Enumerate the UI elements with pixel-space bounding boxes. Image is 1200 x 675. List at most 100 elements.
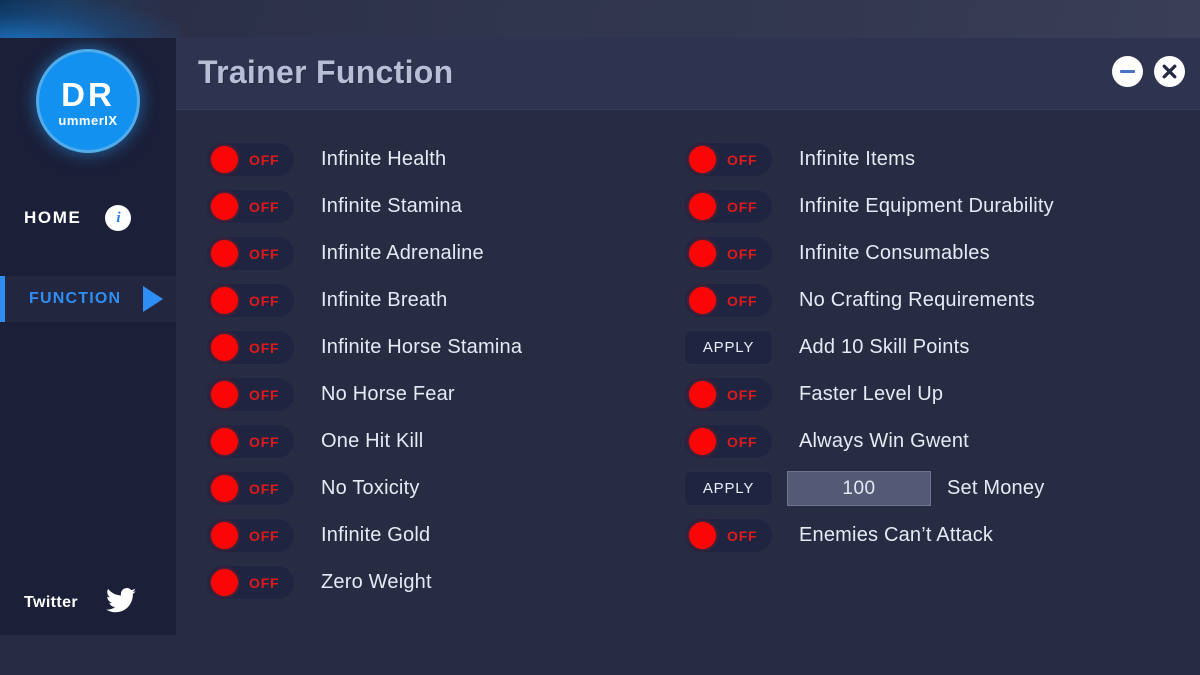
cheat-label: Zero Weight xyxy=(321,571,432,593)
toggle-state-label: OFF xyxy=(249,245,280,262)
cheat-row: OFF Infinite Horse Stamina xyxy=(206,324,676,371)
cheat-label: Add 10 Skill Points xyxy=(799,336,970,358)
toggle-switch[interactable]: OFF xyxy=(206,471,295,506)
toggle-state-label: OFF xyxy=(727,245,758,262)
toggle-switch[interactable]: OFF xyxy=(206,330,295,365)
toggle-switch[interactable]: OFF xyxy=(206,424,295,459)
apply-button-label: APPLY xyxy=(702,480,755,497)
titlebar: Trainer Function xyxy=(176,38,1200,110)
toggle-knob xyxy=(689,287,716,314)
toggle-switch[interactable]: OFF xyxy=(206,189,295,224)
cheat-row: OFF Zero Weight xyxy=(206,559,676,606)
cheat-label: Infinite Breath xyxy=(321,289,448,311)
apply-button-label: APPLY xyxy=(702,339,755,356)
toggle-knob xyxy=(211,334,238,361)
logo-circle: DR ummerIX xyxy=(39,52,137,150)
money-value-input[interactable]: 100 xyxy=(787,471,931,506)
cheat-label: No Crafting Requirements xyxy=(799,289,1036,311)
toggle-switch[interactable]: OFF xyxy=(206,518,295,553)
toggle-knob xyxy=(689,146,716,173)
toggle-state-label: OFF xyxy=(727,386,758,403)
toggle-state-label: OFF xyxy=(249,198,280,215)
toggle-knob xyxy=(689,428,716,455)
cheat-row: OFF Enemies Can’t Attack xyxy=(684,512,1184,559)
toggle-state-label: OFF xyxy=(249,386,280,403)
cheat-row: APPLY Add 10 Skill Points xyxy=(684,324,1184,371)
toggle-switch[interactable]: OFF xyxy=(206,236,295,271)
page-title: Trainer Function xyxy=(198,54,454,90)
cheat-row: OFF No Toxicity xyxy=(206,465,676,512)
toggle-switch[interactable]: OFF xyxy=(206,565,295,600)
cheat-label: Infinite Gold xyxy=(321,524,431,546)
toggle-state-label: OFF xyxy=(727,292,758,309)
toggle-state-label: OFF xyxy=(727,151,758,168)
toggle-switch[interactable]: OFF xyxy=(684,236,773,271)
sidebar-item-function[interactable]: FUNCTION xyxy=(0,276,176,322)
toggle-knob xyxy=(211,522,238,549)
logo-main-text: DR xyxy=(61,75,115,113)
play-triangle-icon xyxy=(143,286,164,312)
cheat-label: Faster Level Up xyxy=(799,383,944,405)
toggle-state-label: OFF xyxy=(727,198,758,215)
toggle-knob xyxy=(689,381,716,408)
cheat-label: Infinite Adrenaline xyxy=(321,242,484,264)
toggle-knob xyxy=(689,240,716,267)
cheat-label: One Hit Kill xyxy=(321,430,424,452)
toggle-knob xyxy=(211,475,238,502)
twitter-link-label: Twitter xyxy=(24,594,79,611)
cheat-row: OFF One Hit Kill xyxy=(206,418,676,465)
toggle-switch[interactable]: OFF xyxy=(206,142,295,177)
logo-sub-text: ummerIX xyxy=(58,112,118,128)
toggle-switch[interactable]: OFF xyxy=(684,518,773,553)
twitter-link[interactable]: Twitter xyxy=(0,583,176,623)
toggle-state-label: OFF xyxy=(249,480,280,497)
cheat-label: Always Win Gwent xyxy=(799,430,969,452)
close-button[interactable] xyxy=(1154,56,1185,87)
apply-button[interactable]: APPLY xyxy=(684,330,773,365)
toggle-switch[interactable]: OFF xyxy=(206,283,295,318)
cheat-row: OFF Infinite Breath xyxy=(206,277,676,324)
toggle-switch[interactable]: OFF xyxy=(684,142,773,177)
toggle-state-label: OFF xyxy=(727,527,758,544)
content-panel: Trainer Function OFF Infinite Health OFF In… xyxy=(176,38,1200,675)
apply-button[interactable]: APPLY xyxy=(684,471,773,506)
toggle-state-label: OFF xyxy=(249,292,280,309)
toggle-knob xyxy=(689,522,716,549)
cheat-row: OFF Infinite Equipment Durability xyxy=(684,183,1184,230)
info-icon[interactable]: i xyxy=(105,205,132,231)
trainer-window: DR ummerIX HOME i FUNCTION Twitter Train… xyxy=(0,0,1200,675)
toggle-switch[interactable]: OFF xyxy=(684,377,773,412)
toggle-switch[interactable]: OFF xyxy=(684,189,773,224)
toggle-switch[interactable]: OFF xyxy=(684,424,773,459)
cheat-row: OFF Faster Level Up xyxy=(684,371,1184,418)
minimize-button[interactable] xyxy=(1112,56,1143,87)
minimize-icon xyxy=(1120,70,1135,73)
cheat-list-left: OFF Infinite Health OFF Infinite Stamina OFF… xyxy=(206,136,676,606)
money-value-text: 100 xyxy=(842,477,876,499)
window-controls xyxy=(1112,56,1185,87)
cheat-row: OFF No Horse Fear xyxy=(206,371,676,418)
cheat-label: Set Money xyxy=(947,477,1045,499)
toggle-switch[interactable]: OFF xyxy=(206,377,295,412)
toggle-knob xyxy=(211,381,238,408)
toggle-state-label: OFF xyxy=(249,433,280,450)
sidebar-item-home[interactable]: HOME i xyxy=(0,193,176,243)
toggle-state-label: OFF xyxy=(727,433,758,450)
cheat-row: OFF Infinite Adrenaline xyxy=(206,230,676,277)
cheat-row: OFF Infinite Health xyxy=(206,136,676,183)
twitter-bird-icon[interactable] xyxy=(106,588,137,618)
sidebar-item-function-label: FUNCTION xyxy=(29,290,122,307)
toggle-switch[interactable]: OFF xyxy=(684,283,773,318)
cheat-label: No Toxicity xyxy=(321,477,420,499)
toggle-knob xyxy=(211,240,238,267)
cheat-row: OFF Always Win Gwent xyxy=(684,418,1184,465)
toggle-state-label: OFF xyxy=(249,151,280,168)
cheat-label: Infinite Horse Stamina xyxy=(321,336,523,358)
toggle-knob xyxy=(211,146,238,173)
cheat-label: No Horse Fear xyxy=(321,383,455,405)
cheat-label: Infinite Consumables xyxy=(799,242,990,264)
cheat-row: APPLY 100 Set Money xyxy=(684,465,1184,512)
cheat-list-right: OFF Infinite Items OFF Infinite Equipment D… xyxy=(684,136,1184,559)
toggle-state-label: OFF xyxy=(249,339,280,356)
toggle-state-label: OFF xyxy=(249,527,280,544)
